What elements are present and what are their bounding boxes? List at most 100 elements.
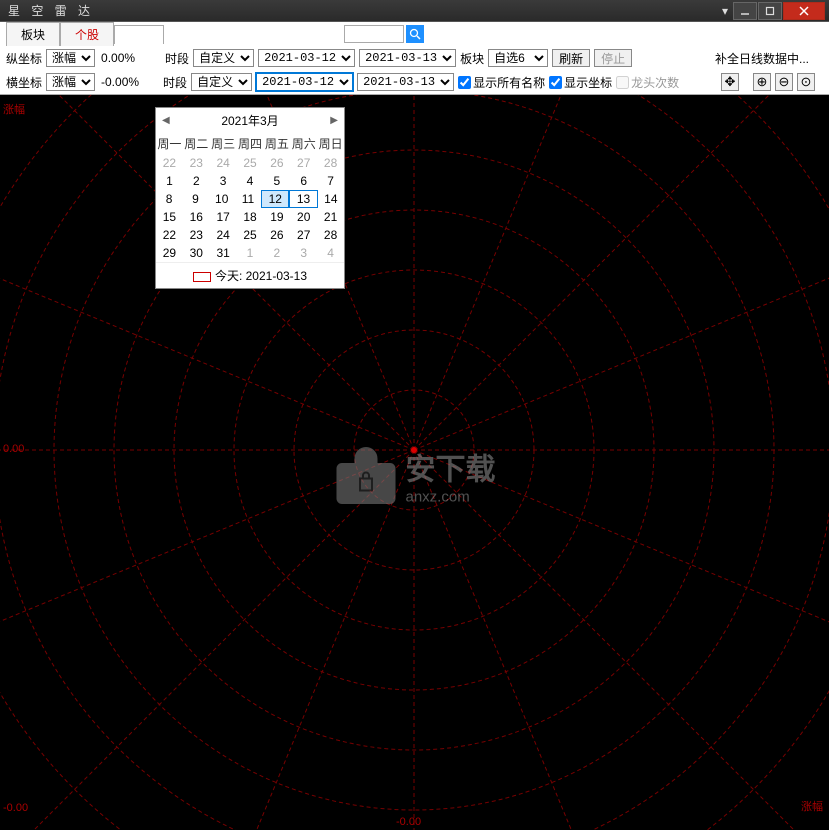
cal-day[interactable]: 25 — [237, 226, 264, 244]
cal-prev-icon[interactable]: ◀ — [162, 115, 170, 126]
cal-day[interactable]: 1 — [156, 172, 183, 190]
cal-day[interactable]: 30 — [183, 244, 210, 262]
cal-day[interactable]: 8 — [156, 190, 182, 208]
cal-weekday: 周日 — [317, 133, 344, 154]
cal-day[interactable]: 19 — [263, 208, 290, 226]
watermark: 安下载 anxz.com — [334, 445, 496, 506]
y-axis-zero: 0.00 — [3, 443, 24, 455]
cal-title[interactable]: 2021年3月 — [221, 112, 278, 129]
cal-day[interactable]: 16 — [183, 208, 210, 226]
x-axis-title: 涨幅 — [801, 798, 823, 814]
cal-day[interactable]: 27 — [290, 226, 317, 244]
controls-row-1: 纵坐标 涨幅 0.00% 时段 自定义 2021-03-12 2021-03-1… — [0, 46, 829, 70]
tab-row: 板块 个股 — [0, 22, 829, 46]
x-axis-neg: -0.00 — [396, 816, 421, 828]
cal-day[interactable]: 3 — [290, 244, 317, 262]
y-axis-title: 涨幅 — [3, 101, 25, 117]
down-arrow-icon[interactable]: ▾ — [718, 4, 732, 18]
zoom-out-button[interactable]: ⊖ — [775, 73, 793, 91]
stop-button[interactable]: 停止 — [594, 49, 632, 67]
cal-day[interactable]: 26 — [263, 154, 290, 172]
cal-day[interactable]: 21 — [317, 208, 344, 226]
cal-day[interactable]: 4 — [317, 244, 344, 262]
cal-day[interactable]: 25 — [237, 154, 264, 172]
cal-day[interactable]: 23 — [183, 154, 210, 172]
show-all-names-checkbox[interactable]: 显示所有名称 — [458, 74, 545, 91]
cal-weekday: 周六 — [290, 133, 317, 154]
period-select-2[interactable]: 自定义 — [191, 73, 252, 91]
cal-day[interactable]: 29 — [156, 244, 183, 262]
cal-day[interactable]: 28 — [317, 226, 344, 244]
cal-day[interactable]: 22 — [156, 226, 183, 244]
cal-weekday: 周五 — [263, 133, 290, 154]
cal-weekday: 周三 — [210, 133, 237, 154]
cal-weekday: 周二 — [183, 133, 210, 154]
cal-day[interactable]: 5 — [263, 172, 290, 190]
cal-day[interactable]: 12 — [261, 190, 289, 208]
cal-day[interactable]: 14 — [318, 190, 344, 208]
date1-select-1[interactable]: 2021-03-12 — [258, 49, 355, 67]
y-axis-label: 纵坐标 — [6, 50, 42, 67]
cal-day[interactable]: 17 — [210, 208, 237, 226]
cal-day[interactable]: 18 — [237, 208, 264, 226]
cal-day[interactable]: 23 — [183, 226, 210, 244]
tab-blocks[interactable]: 板块 — [6, 22, 60, 46]
cal-day[interactable]: 20 — [290, 208, 317, 226]
cal-weekday: 周四 — [237, 133, 264, 154]
period-label-2: 时段 — [163, 74, 187, 91]
leader-count-checkbox[interactable]: 龙头次数 — [616, 74, 679, 91]
cal-day[interactable]: 1 — [237, 244, 264, 262]
cal-day[interactable]: 13 — [289, 190, 317, 208]
block-select[interactable]: 自选6 — [488, 49, 548, 67]
supplement-status: 补全日线数据中... — [715, 50, 809, 67]
cal-day[interactable]: 4 — [237, 172, 264, 190]
tab-filler — [114, 25, 164, 44]
radar-chart[interactable]: 涨幅 0.00 -0.00 -0.00 涨幅 安下载 anxz.com — [0, 95, 829, 830]
y-axis-neg: -0.00 — [3, 802, 28, 814]
date2-select-2[interactable]: 2021-03-13 — [357, 73, 454, 91]
cal-day[interactable]: 2 — [183, 172, 210, 190]
x-axis-select[interactable]: 涨幅 — [46, 73, 95, 91]
tab-stocks[interactable]: 个股 — [60, 22, 114, 46]
maximize-button[interactable] — [758, 2, 782, 20]
x-axis-value: -0.00% — [101, 75, 139, 89]
search-button[interactable] — [406, 25, 424, 43]
target-button[interactable]: ✥ — [721, 73, 739, 91]
cal-day[interactable]: 28 — [317, 154, 344, 172]
calendar-popup: ◀ 2021年3月 ▶ 周一周二周三周四周五周六周日22232425262728… — [155, 107, 345, 289]
cal-day[interactable]: 9 — [182, 190, 208, 208]
close-button[interactable] — [783, 2, 825, 20]
cal-day[interactable]: 26 — [263, 226, 290, 244]
cal-today-box-icon — [193, 272, 211, 282]
toolbar: 板块 个股 纵坐标 涨幅 0.00% 时段 自定义 2021-03-12 202… — [0, 22, 829, 95]
cal-day[interactable]: 24 — [210, 154, 237, 172]
minimize-button[interactable] — [733, 2, 757, 20]
refresh-button[interactable]: 刷新 — [552, 49, 590, 67]
cal-day[interactable]: 22 — [156, 154, 183, 172]
period-select-1[interactable]: 自定义 — [193, 49, 254, 67]
period-label-1: 时段 — [165, 50, 189, 67]
cal-day[interactable]: 7 — [317, 172, 344, 190]
zoom-in-button[interactable]: ⊕ — [753, 73, 771, 91]
cal-day[interactable]: 31 — [210, 244, 237, 262]
search-input[interactable] — [344, 25, 404, 43]
cal-today[interactable]: 今天: 2021-03-13 — [156, 262, 344, 288]
cal-day[interactable]: 11 — [235, 190, 261, 208]
lock-bag-icon — [334, 446, 398, 504]
y-axis-select[interactable]: 涨幅 — [46, 49, 95, 67]
show-coords-checkbox[interactable]: 显示坐标 — [549, 74, 612, 91]
cal-day[interactable]: 2 — [263, 244, 290, 262]
cal-day[interactable]: 24 — [210, 226, 237, 244]
window-title: 星 空 雷 达 — [4, 2, 716, 19]
cal-day[interactable]: 27 — [290, 154, 317, 172]
date2-select-1[interactable]: 2021-03-13 — [359, 49, 456, 67]
cal-day[interactable]: 15 — [156, 208, 183, 226]
block-label: 板块 — [460, 50, 484, 67]
cal-weekday: 周一 — [156, 133, 183, 154]
cal-day[interactable]: 3 — [210, 172, 237, 190]
reset-zoom-button[interactable]: ⊙ — [797, 73, 815, 91]
cal-next-icon[interactable]: ▶ — [330, 115, 338, 126]
cal-day[interactable]: 6 — [290, 172, 317, 190]
date1-select-2[interactable]: 2021-03-12 — [256, 73, 353, 91]
cal-day[interactable]: 10 — [209, 190, 235, 208]
